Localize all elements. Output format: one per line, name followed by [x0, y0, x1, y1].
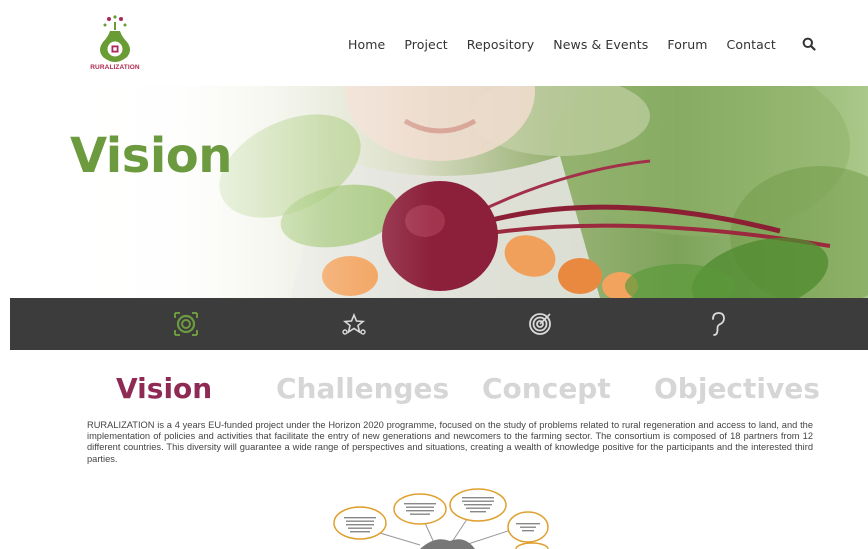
main-nav: Home Project Repository News & Events Fo…	[348, 36, 816, 52]
hero-title: Vision	[70, 128, 232, 184]
partners-diagram	[333, 488, 549, 549]
nav-news-events[interactable]: News & Events	[553, 37, 648, 52]
stars-icon[interactable]	[340, 310, 368, 338]
nav-home[interactable]: Home	[348, 37, 385, 52]
tab-challenges[interactable]: Challenges	[276, 372, 449, 405]
nav-project[interactable]: Project	[404, 37, 447, 52]
vision-description: RURALIZATION is a 4 years EU-funded proj…	[87, 420, 813, 464]
hero-image	[0, 86, 868, 298]
nav-repository[interactable]: Repository	[467, 37, 534, 52]
nav-forum[interactable]: Forum	[667, 37, 707, 52]
tab-objectives[interactable]: Objectives	[654, 372, 820, 405]
content-tabs: Vision Challenges Concept Objectives	[0, 372, 868, 412]
hero-banner: Vision	[0, 86, 868, 298]
vision-target-icon[interactable]	[172, 310, 200, 338]
site-header: RURALIZATION Home Project Repository New…	[0, 0, 868, 88]
tab-vision[interactable]: Vision	[116, 372, 212, 405]
search-icon[interactable]	[802, 37, 816, 51]
tab-concept[interactable]: Concept	[482, 372, 611, 405]
logo-text: RURALIZATION	[90, 64, 140, 71]
site-logo[interactable]: RURALIZATION	[86, 14, 144, 74]
nav-contact[interactable]: Contact	[727, 37, 776, 52]
target-icon[interactable]	[526, 310, 554, 338]
question-icon[interactable]	[704, 310, 732, 338]
section-icon-band	[10, 298, 868, 350]
logo-icon	[100, 15, 130, 62]
